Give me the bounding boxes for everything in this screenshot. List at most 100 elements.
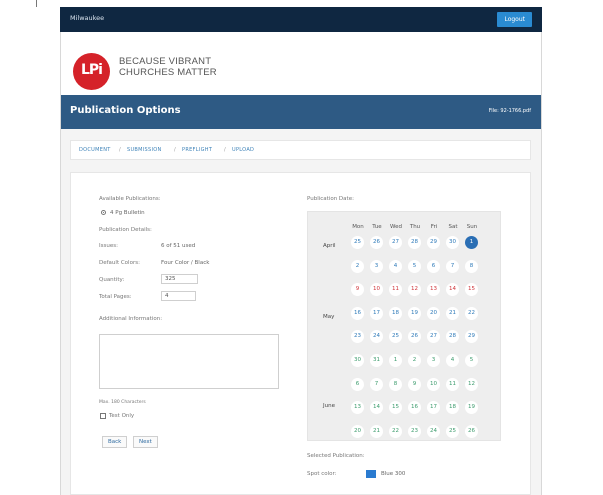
calendar-day[interactable]: 13 bbox=[351, 401, 364, 414]
breadcrumb-separator: / bbox=[224, 147, 226, 153]
issues-value: 6 of 51 used bbox=[161, 243, 196, 249]
calendar-day[interactable]: 26 bbox=[408, 330, 421, 343]
calendar-day[interactable]: 2 bbox=[408, 354, 421, 367]
calendar: Mon Tue Wed Thu Fri Sat Sun April May Ju… bbox=[307, 211, 501, 441]
calendar-day[interactable]: 24 bbox=[370, 330, 383, 343]
calendar-day[interactable]: 1 bbox=[465, 236, 478, 249]
calendar-day[interactable]: 7 bbox=[446, 260, 459, 273]
calendar-day[interactable]: 22 bbox=[465, 307, 478, 320]
calendar-day[interactable]: 4 bbox=[389, 260, 402, 273]
breadcrumb-preflight[interactable]: PREFLIGHT bbox=[182, 147, 212, 153]
calendar-day[interactable]: 27 bbox=[427, 330, 440, 343]
logout-button[interactable]: Logout bbox=[497, 12, 532, 27]
weekday-sat: Sat bbox=[448, 224, 458, 230]
calendar-day[interactable]: 25 bbox=[389, 330, 402, 343]
calendar-day[interactable]: 2 bbox=[351, 260, 364, 273]
breadcrumb-separator: / bbox=[174, 147, 176, 153]
back-button[interactable]: Back bbox=[102, 436, 128, 448]
calendar-day[interactable]: 19 bbox=[465, 401, 478, 414]
additional-information-textarea[interactable] bbox=[99, 334, 279, 389]
publication-radio[interactable] bbox=[101, 210, 106, 215]
calendar-day[interactable]: 22 bbox=[389, 425, 402, 438]
calendar-day[interactable]: 9 bbox=[408, 378, 421, 391]
calendar-day[interactable]: 30 bbox=[351, 354, 364, 367]
calendar-day[interactable]: 21 bbox=[370, 425, 383, 438]
calendar-day[interactable]: 23 bbox=[351, 330, 364, 343]
calendar-day[interactable]: 10 bbox=[427, 378, 440, 391]
calendar-day[interactable]: 1 bbox=[389, 354, 402, 367]
calendar-day[interactable]: 24 bbox=[427, 425, 440, 438]
main-shell: LPi BECAUSE VIBRANT CHURCHES MATTER Publ… bbox=[60, 32, 542, 495]
breadcrumb-upload[interactable]: UPLOAD bbox=[232, 147, 254, 153]
publication-date-label: Publication Date: bbox=[307, 196, 354, 202]
calendar-day[interactable]: 11 bbox=[389, 283, 402, 296]
calendar-day[interactable]: 25 bbox=[351, 236, 364, 249]
calendar-day[interactable]: 28 bbox=[408, 236, 421, 249]
content-panel: Available Publications: 4 Pg Bulletin Pu… bbox=[70, 172, 531, 495]
calendar-day[interactable]: 15 bbox=[389, 401, 402, 414]
calendar-day[interactable]: 16 bbox=[408, 401, 421, 414]
quantity-input[interactable]: 325 bbox=[161, 274, 198, 284]
calendar-day[interactable]: 17 bbox=[427, 401, 440, 414]
calendar-day[interactable]: 23 bbox=[408, 425, 421, 438]
calendar-day[interactable]: 3 bbox=[370, 260, 383, 273]
calendar-day[interactable]: 31 bbox=[370, 354, 383, 367]
calendar-day[interactable]: 25 bbox=[446, 425, 459, 438]
breadcrumb-document[interactable]: DOCUMENT bbox=[79, 147, 111, 153]
calendar-day[interactable]: 19 bbox=[408, 307, 421, 320]
available-publications-label: Available Publications: bbox=[99, 196, 161, 202]
weekday-fri: Fri bbox=[430, 224, 438, 230]
test-only-checkbox[interactable] bbox=[100, 413, 106, 419]
calendar-day[interactable]: 15 bbox=[465, 283, 478, 296]
calendar-day[interactable]: 27 bbox=[389, 236, 402, 249]
calendar-day[interactable]: 7 bbox=[370, 378, 383, 391]
breadcrumb-submission[interactable]: SUBMISSION bbox=[127, 147, 162, 153]
calendar-day[interactable]: 9 bbox=[351, 283, 364, 296]
site-name: Milwaukee bbox=[70, 14, 105, 22]
calendar-day[interactable]: 3 bbox=[427, 354, 440, 367]
spot-color-label: Spot color: bbox=[307, 471, 337, 477]
calendar-day[interactable]: 29 bbox=[427, 236, 440, 249]
breadcrumb: DOCUMENT / SUBMISSION / PREFLIGHT / UPLO… bbox=[70, 140, 531, 160]
quantity-label: Quantity: bbox=[99, 277, 125, 283]
calendar-day[interactable]: 14 bbox=[370, 401, 383, 414]
issues-label: Issues: bbox=[99, 243, 118, 249]
page: Milwaukee Logout LPi BECAUSE VIBRANT CHU… bbox=[0, 0, 603, 495]
next-button[interactable]: Next bbox=[133, 436, 158, 448]
calendar-day[interactable]: 6 bbox=[427, 260, 440, 273]
calendar-day[interactable]: 20 bbox=[427, 307, 440, 320]
lpi-logo-icon[interactable]: LPi bbox=[73, 53, 110, 90]
calendar-day[interactable]: 12 bbox=[408, 283, 421, 296]
calendar-day[interactable]: 16 bbox=[351, 307, 364, 320]
calendar-day[interactable]: 13 bbox=[427, 283, 440, 296]
calendar-day[interactable]: 18 bbox=[446, 401, 459, 414]
calendar-day[interactable]: 14 bbox=[446, 283, 459, 296]
calendar-day[interactable]: 5 bbox=[465, 354, 478, 367]
calendar-day[interactable]: 8 bbox=[389, 378, 402, 391]
calendar-day[interactable]: 8 bbox=[465, 260, 478, 273]
calendar-day[interactable]: 4 bbox=[446, 354, 459, 367]
calendar-day[interactable]: 26 bbox=[465, 425, 478, 438]
month-may: May bbox=[323, 314, 335, 320]
calendar-day[interactable]: 11 bbox=[446, 378, 459, 391]
weekday-tue: Tue bbox=[372, 224, 382, 230]
logo-area: LPi BECAUSE VIBRANT CHURCHES MATTER bbox=[61, 32, 541, 95]
top-bar: Milwaukee Logout bbox=[60, 7, 542, 32]
weekday-thu: Thu bbox=[409, 224, 421, 230]
calendar-day[interactable]: 28 bbox=[446, 330, 459, 343]
calendar-day[interactable]: 29 bbox=[465, 330, 478, 343]
calendar-day[interactable]: 21 bbox=[446, 307, 459, 320]
calendar-day[interactable]: 17 bbox=[370, 307, 383, 320]
calendar-day[interactable]: 6 bbox=[351, 378, 364, 391]
calendar-day[interactable]: 18 bbox=[389, 307, 402, 320]
total-pages-input[interactable]: 4 bbox=[161, 291, 196, 301]
breadcrumb-separator: / bbox=[119, 147, 121, 153]
calendar-day[interactable]: 20 bbox=[351, 425, 364, 438]
calendar-day[interactable]: 30 bbox=[446, 236, 459, 249]
calendar-day[interactable]: 12 bbox=[465, 378, 478, 391]
calendar-day[interactable]: 5 bbox=[408, 260, 421, 273]
calendar-day[interactable]: 10 bbox=[370, 283, 383, 296]
calendar-day[interactable]: 26 bbox=[370, 236, 383, 249]
default-colors-label: Default Colors: bbox=[99, 260, 140, 266]
publication-details-label: Publication Details: bbox=[99, 227, 152, 233]
